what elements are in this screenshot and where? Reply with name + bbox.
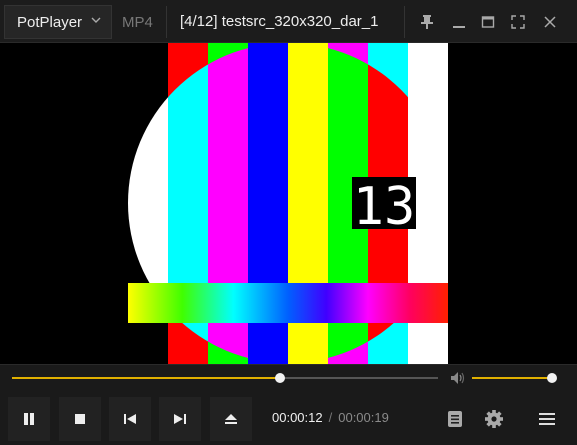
stop-icon bbox=[75, 414, 85, 424]
title-divider bbox=[404, 6, 405, 38]
app-name: PotPlayer bbox=[17, 13, 83, 31]
test-pattern-frame: 13 bbox=[128, 43, 448, 364]
playlist-icon bbox=[448, 411, 462, 427]
close-icon bbox=[544, 16, 556, 28]
maximize-icon bbox=[481, 16, 495, 28]
current-time: 00:00:12 bbox=[272, 410, 323, 425]
title-bar: PotPlayer MP4 [4/12] testsrc_320x320_dar… bbox=[0, 0, 577, 43]
close-button[interactable] bbox=[537, 9, 563, 35]
stop-button[interactable] bbox=[59, 397, 101, 441]
previous-button[interactable] bbox=[109, 397, 151, 441]
time-display: 00:00:12 / 00:00:19 bbox=[272, 410, 389, 425]
duration: 00:00:19 bbox=[338, 410, 389, 425]
next-icon bbox=[174, 414, 186, 424]
pin-button[interactable] bbox=[414, 9, 440, 35]
next-button[interactable] bbox=[159, 397, 201, 441]
title-divider bbox=[166, 6, 167, 38]
control-bar: 00:00:12 / 00:00:19 bbox=[0, 391, 577, 445]
seek-handle[interactable] bbox=[275, 373, 286, 383]
pin-icon bbox=[421, 15, 433, 29]
gradient-band bbox=[128, 283, 448, 323]
chevron-down-icon bbox=[91, 15, 101, 28]
pause-button[interactable] bbox=[8, 397, 50, 441]
volume-handle[interactable] bbox=[546, 373, 557, 383]
volume-level bbox=[472, 377, 552, 379]
pause-icon bbox=[24, 413, 34, 425]
seek-row bbox=[0, 364, 577, 391]
main-menu-button[interactable] bbox=[526, 397, 568, 441]
settings-button[interactable] bbox=[473, 397, 515, 441]
menu-icon bbox=[539, 413, 555, 425]
window-title: [4/12] testsrc_320x320_dar_1 bbox=[180, 13, 379, 30]
frame-counter: 13 bbox=[353, 177, 416, 237]
volume-icon[interactable] bbox=[450, 371, 466, 390]
seek-progress bbox=[12, 377, 281, 379]
format-label: MP4 bbox=[122, 14, 153, 31]
maximize-button[interactable] bbox=[475, 9, 501, 35]
fullscreen-button[interactable] bbox=[505, 9, 531, 35]
minimize-icon bbox=[453, 26, 465, 28]
gear-icon bbox=[485, 410, 503, 428]
minimize-button[interactable] bbox=[446, 9, 472, 35]
app-menu-button[interactable]: PotPlayer bbox=[4, 5, 112, 39]
previous-icon bbox=[124, 414, 136, 424]
eject-icon bbox=[225, 414, 237, 424]
time-separator: / bbox=[328, 410, 333, 425]
video-area[interactable]: 13 bbox=[0, 43, 577, 364]
eject-button[interactable] bbox=[210, 397, 252, 441]
playlist-button[interactable] bbox=[434, 397, 476, 441]
fullscreen-icon bbox=[511, 15, 525, 29]
